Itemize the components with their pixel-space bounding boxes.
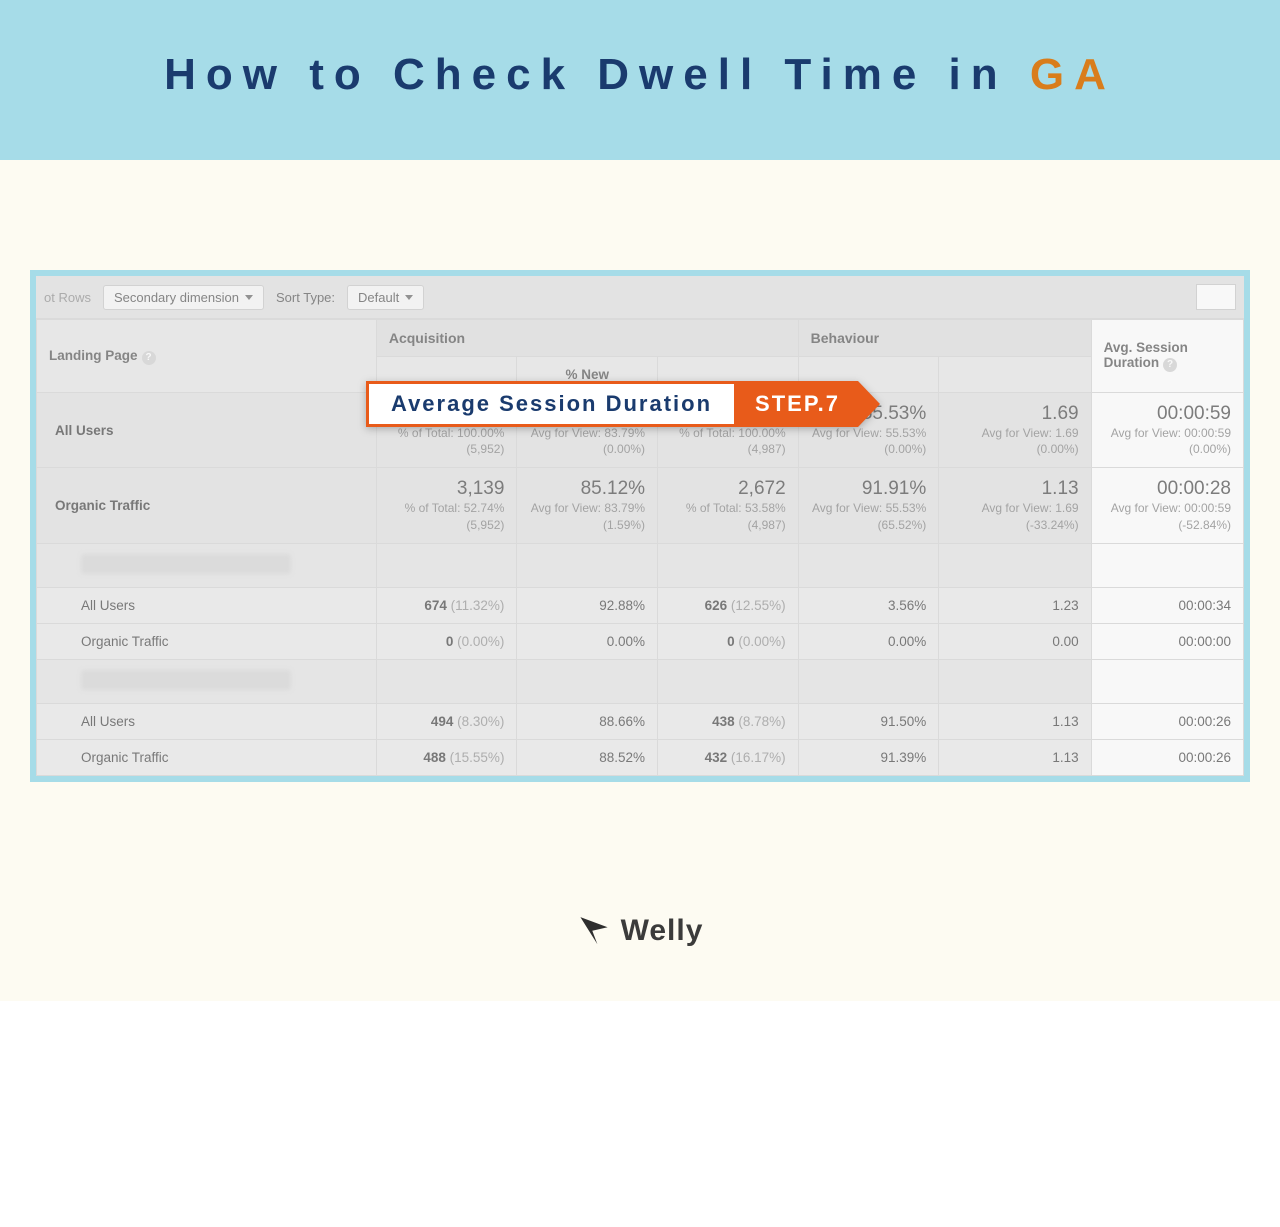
cut-label: ot Rows xyxy=(44,290,91,305)
metric-cell: 91.50% xyxy=(798,703,939,739)
segment-subrow: Organic Traffic0 (0.00%)0.00%0 (0.00%)0.… xyxy=(37,623,1244,659)
segment-label: Organic Traffic xyxy=(37,623,377,659)
segment-label: All Users xyxy=(37,393,377,468)
content-canvas: Average Session Duration STEP.7 ot Rows … xyxy=(0,160,1280,872)
summary-row: Organic Traffic3,139% of Total: 52.74% (… xyxy=(37,468,1244,543)
secondary-dimension-dropdown[interactable]: Secondary dimension xyxy=(103,285,264,310)
metric-cell: 0 (0.00%) xyxy=(376,623,517,659)
metric-cell: 2,672% of Total: 53.58% (4,987) xyxy=(658,468,799,543)
secondary-dimension-label: Secondary dimension xyxy=(114,290,239,305)
metric-cell: 494 (8.30%) xyxy=(376,703,517,739)
col-avg-session-duration[interactable]: Avg. Session Duration? xyxy=(1091,320,1243,393)
footer-brand: Welly xyxy=(621,914,704,948)
redacted-page-row xyxy=(37,543,1244,587)
segment-label: Organic Traffic xyxy=(37,739,377,775)
metric-cell: 0.00% xyxy=(517,623,658,659)
metric-cell: 3.56% xyxy=(798,587,939,623)
metric-cell: 88.66% xyxy=(517,703,658,739)
sort-type-label: Sort Type: xyxy=(276,290,335,305)
metric-cell: 0 (0.00%) xyxy=(658,623,799,659)
page-title: How to Check Dwell Time in GA xyxy=(40,50,1240,100)
metric-cell: 88.52% xyxy=(517,739,658,775)
metric-cell: 00:00:26 xyxy=(1091,739,1243,775)
caret-down-icon xyxy=(245,295,253,300)
step-annotation: Average Session Duration STEP.7 xyxy=(366,381,880,427)
metric-cell: 432 (16.17%) xyxy=(658,739,799,775)
metric-cell: 488 (15.55%) xyxy=(376,739,517,775)
help-icon[interactable]: ? xyxy=(142,351,156,365)
metric-cell: 92.88% xyxy=(517,587,658,623)
segment-label: Organic Traffic xyxy=(37,468,377,543)
annotation-step: STEP.7 xyxy=(737,381,858,427)
segment-label: All Users xyxy=(37,703,377,739)
segment-subrow: All Users674 (11.32%)92.88%626 (12.55%)3… xyxy=(37,587,1244,623)
metric-cell: 00:00:34 xyxy=(1091,587,1243,623)
metric-cell: 1.13Avg for View: 1.69 (-33.24%) xyxy=(939,468,1091,543)
metric-cell: 626 (12.55%) xyxy=(658,587,799,623)
welly-logo-icon xyxy=(577,912,611,951)
col-group-acquisition: Acquisition xyxy=(376,320,798,357)
sort-type-value: Default xyxy=(358,290,399,305)
metric-cell: 674 (11.32%) xyxy=(376,587,517,623)
metric-cell: 1.13 xyxy=(939,703,1091,739)
title-prefix: How to Check Dwell Time in xyxy=(164,50,1030,99)
title-banner: How to Check Dwell Time in GA xyxy=(0,0,1280,160)
metric-cell: 00:00:00 xyxy=(1091,623,1243,659)
metric-cell: 1.69Avg for View: 1.69 (0.00%) xyxy=(939,393,1091,468)
metric-cell: 1.13 xyxy=(939,739,1091,775)
metric-cell: 438 (8.78%) xyxy=(658,703,799,739)
metric-cell: 00:00:28Avg for View: 00:00:59 (-52.84%) xyxy=(1091,468,1243,543)
metric-cell: 00:00:26 xyxy=(1091,703,1243,739)
metric-cell: 1.23 xyxy=(939,587,1091,623)
search-input[interactable] xyxy=(1196,284,1236,310)
annotation-arrow-icon xyxy=(858,381,880,427)
metric-cell: 3,139% of Total: 52.74% (5,952) xyxy=(376,468,517,543)
metric-cell: 00:00:59Avg for View: 00:00:59 (0.00%) xyxy=(1091,393,1243,468)
metric-cell: 0.00 xyxy=(939,623,1091,659)
metric-cell: 91.39% xyxy=(798,739,939,775)
ga-toolbar: ot Rows Secondary dimension Sort Type: D… xyxy=(36,276,1244,319)
ga-screenshot: Average Session Duration STEP.7 ot Rows … xyxy=(30,270,1250,782)
col-landing-page[interactable]: Landing Page? xyxy=(37,320,377,393)
metric-cell: 85.12%Avg for View: 83.79% (1.59%) xyxy=(517,468,658,543)
sort-type-dropdown[interactable]: Default xyxy=(347,285,424,310)
col-pages-session[interactable]: Pages/Session xyxy=(939,357,1091,393)
redacted-page-row xyxy=(37,659,1244,703)
segment-subrow: Organic Traffic488 (15.55%)88.52%432 (16… xyxy=(37,739,1244,775)
segment-subrow: All Users494 (8.30%)88.66%438 (8.78%)91.… xyxy=(37,703,1244,739)
help-icon[interactable]: ? xyxy=(1163,358,1177,372)
segment-label: All Users xyxy=(37,587,377,623)
caret-down-icon xyxy=(405,295,413,300)
col-group-behaviour: Behaviour xyxy=(798,320,1091,357)
metric-cell: 0.00% xyxy=(798,623,939,659)
title-suffix: GA xyxy=(1030,50,1116,99)
annotation-label: Average Session Duration xyxy=(366,381,737,427)
footer: Welly xyxy=(0,872,1280,1001)
metric-cell: 91.91%Avg for View: 55.53% (65.52%) xyxy=(798,468,939,543)
